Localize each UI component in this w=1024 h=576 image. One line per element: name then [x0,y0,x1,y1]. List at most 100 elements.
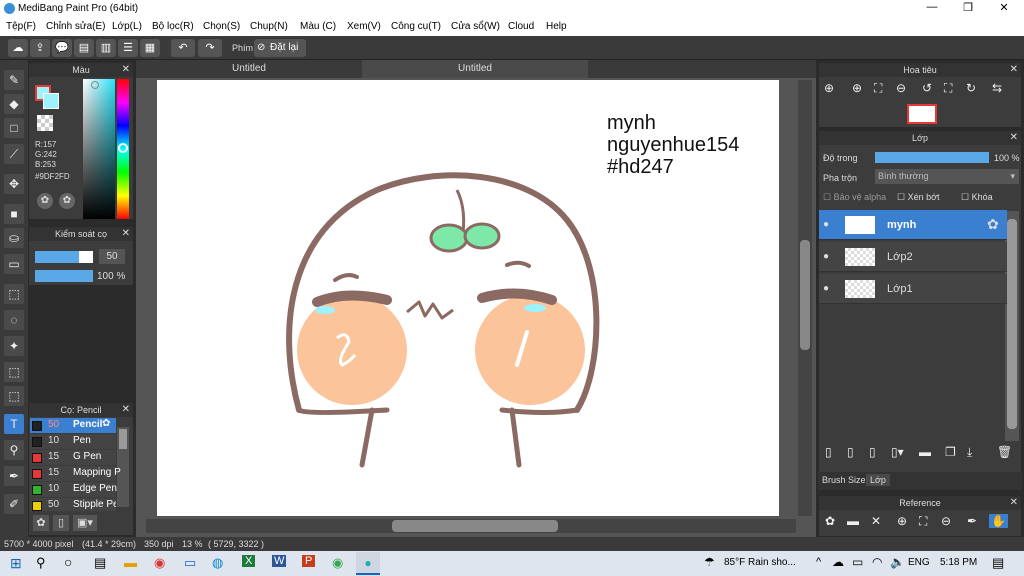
eraser-tool-icon[interactable]: ◆ [4,94,24,114]
text-tool-icon[interactable]: T [4,414,24,434]
task-view-icon[interactable]: ○ [64,554,72,570]
close-icon[interactable]: ✕ [1010,63,1018,77]
layer-scrollbar[interactable] [1005,211,1019,441]
new-8bit-layer-icon[interactable]: ▯ [869,445,876,459]
cloud-icon[interactable]: ☁ [832,555,844,569]
layer-row[interactable]: ● Lớp1 [819,274,1007,304]
folder-icon[interactable]: ▬ [919,445,931,459]
navigator-thumbnail[interactable] [907,104,937,124]
powerpoint-icon[interactable]: P [302,555,316,567]
document-icon[interactable]: ▥ [96,39,116,57]
brush-item[interactable]: 50 Stipple Pe [30,498,116,511]
rotate-right-icon[interactable]: ↻ [966,81,976,95]
clock[interactable]: 5:18 PM [940,557,977,568]
tab-untitled-2[interactable]: Untitled [362,60,588,78]
cloud-icon[interactable]: ☁ [8,39,28,57]
close-icon[interactable]: ✕ [122,403,130,417]
monitor-icon[interactable]: ▭ [184,555,196,571]
fill-shape-tool-icon[interactable]: ■ [4,204,24,224]
undo-button[interactable]: ↶ [171,39,195,57]
close-button[interactable]: ✕ [986,1,1022,17]
close-icon[interactable]: ✕ [122,227,130,241]
brush-item[interactable]: 10 Pen [30,434,116,449]
horizontal-scrollbar[interactable] [146,519,796,533]
trash-icon[interactable]: 🗑 [997,445,1012,459]
fit-icon[interactable]: ⛶ [919,514,927,529]
clipping-checkbox[interactable]: ☐ Xén bớt [897,192,940,203]
menu-help[interactable]: Help [546,21,567,32]
chat-icon[interactable]: ▤ [74,39,94,57]
select-eraser-icon[interactable]: ⬚ [4,386,24,406]
protect-alpha-checkbox[interactable]: ☐ Bảo vệ alpha [823,192,886,203]
lasso-tool-icon[interactable]: ◌ [4,310,24,330]
brush-item[interactable]: 15 G Pen [30,450,116,465]
tab-layer[interactable]: Lớp [866,474,890,486]
brush-item[interactable]: 10 Edge Pen [30,482,117,497]
menu-window[interactable]: Cửa sổ(W) [451,21,500,32]
open-folder-icon[interactable]: ▬ [847,514,859,528]
hand-tool-icon[interactable]: ✐ [4,494,24,514]
eye-icon[interactable]: ● [823,251,829,262]
dropper-icon[interactable]: ✒ [967,514,977,528]
close-icon[interactable]: ✕ [1010,131,1018,145]
add-layer-menu-icon[interactable]: ▯▾ [891,445,904,459]
menu-filter[interactable]: Bộ lọc(R) [152,21,194,32]
picker-cursor[interactable] [91,81,99,89]
menu-view[interactable]: Xem(V) [347,21,381,32]
menu-select[interactable]: Chọn(S) [203,21,240,32]
magic-wand-icon[interactable]: ✦ [4,336,24,356]
wifi-icon[interactable]: ◠ [872,555,882,569]
volume-icon[interactable]: 🔈 [890,555,905,569]
line-tool-icon[interactable]: ⟋ [4,144,24,164]
zoom-out-icon[interactable]: ⊖ [896,81,906,95]
redo-button[interactable]: ↷ [198,39,222,57]
chevron-up-icon[interactable]: ^ [816,556,821,568]
close-icon[interactable]: ✕ [1010,496,1018,510]
palette-icon[interactable]: ✿ [37,193,53,209]
gear-icon[interactable]: ✿ [102,418,110,429]
gear-icon[interactable]: ✿ [987,216,999,233]
zoom-out-icon[interactable]: ⊖ [941,514,951,528]
battery-icon[interactable]: ▭ [852,555,863,569]
brush-item[interactable]: 15 Mapping P [30,466,121,481]
word-icon[interactable]: W [272,555,287,567]
tab-untitled-1[interactable]: Untitled [136,60,362,78]
widgets-icon[interactable]: ▤ [94,555,106,571]
new-halftone-layer-icon[interactable]: ▯ [847,445,854,459]
transparent-swatch[interactable] [37,115,53,131]
upload-icon[interactable]: ⇪ [30,39,50,57]
chrome-icon[interactable]: ◉ [332,555,343,571]
search-icon[interactable]: ⚲ [36,555,46,571]
zoom-in-icon[interactable]: ⊕ [852,81,862,95]
weather-text[interactable]: 85°F Rain sho... [724,557,796,568]
brush-menu-icon[interactable]: ▣▾ [73,515,97,531]
size-slider[interactable] [35,251,93,263]
new-brush-icon[interactable]: ▯ [53,515,69,531]
move-tool-icon[interactable]: ✥ [4,174,24,194]
brush-scroll-thumb[interactable] [119,429,127,449]
menu-snap[interactable]: Chụp(N) [250,21,288,32]
dropper-tool-icon[interactable]: ✒ [4,466,24,486]
bucket-tool-icon[interactable]: ⛀ [4,228,24,248]
gradient-tool-icon[interactable]: ▭ [4,254,24,274]
vertical-scroll-thumb[interactable] [800,240,810,350]
saturation-picker[interactable] [83,79,115,219]
layer-row[interactable]: ● mynh ✿ [819,210,1007,240]
grid-icon[interactable]: ▦ [140,39,160,57]
hand-icon[interactable]: ✋ [989,514,1008,528]
comment-icon[interactable]: 💬 [52,39,72,57]
menu-color[interactable]: Màu (C) [300,21,336,32]
layer-row[interactable]: ● Lớp2 [819,242,1007,272]
eye-icon[interactable]: ● [823,283,829,294]
vertical-scrollbar[interactable] [798,80,812,516]
notification-icon[interactable]: ▤ [992,555,1004,571]
close-icon[interactable]: ✕ [122,63,130,77]
menu-cloud[interactable]: Cloud [508,21,534,32]
select-pen-icon[interactable]: ⬚ [4,362,24,382]
canvas-document[interactable]: mynh nguyenhue154 #hd247 [157,80,779,516]
excel-icon[interactable]: X [242,555,256,567]
add-reference-icon[interactable]: ✿ [825,514,835,528]
add-brush-icon[interactable]: ✿ [33,515,49,531]
palette-add-icon[interactable]: ✿ [59,193,75,209]
blend-mode-select[interactable]: Bình thường ▾ [875,169,1019,184]
